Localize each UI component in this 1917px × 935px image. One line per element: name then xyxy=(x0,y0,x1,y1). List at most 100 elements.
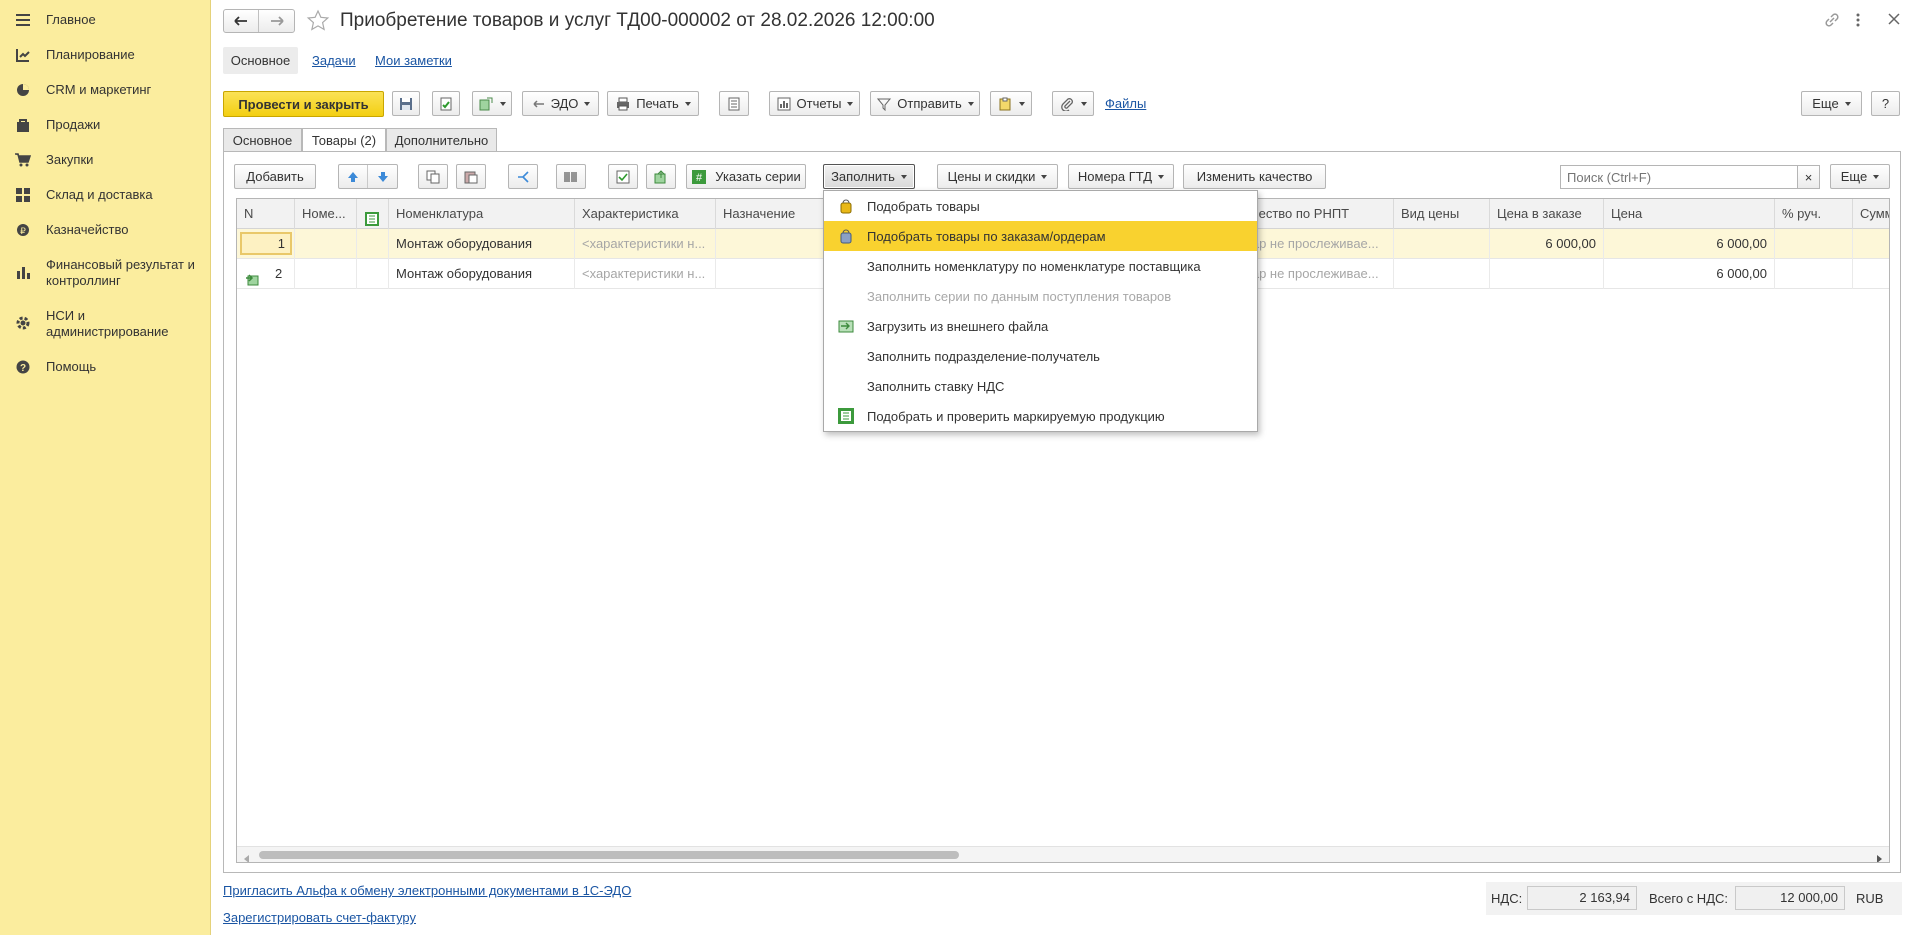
tab-extra[interactable]: Дополнительно xyxy=(386,128,497,152)
scroll-left-icon[interactable] xyxy=(244,851,250,862)
split-button[interactable] xyxy=(508,164,538,189)
clear-search-button[interactable]: × xyxy=(1797,165,1820,189)
cell-nome[interactable] xyxy=(295,229,357,259)
create-based-on-button[interactable] xyxy=(472,91,512,116)
edo-button[interactable]: ЭДО xyxy=(522,91,599,116)
nav-notes[interactable]: Мои заметки xyxy=(375,53,452,68)
send-button[interactable]: Отправить xyxy=(870,91,980,116)
forward-arrow-icon[interactable] xyxy=(259,10,294,32)
nav-tasks[interactable]: Задачи xyxy=(312,53,356,68)
cell-characteristic[interactable]: <характеристики н... xyxy=(575,259,716,289)
cell-sum[interactable] xyxy=(1853,259,1889,289)
back-arrow-icon[interactable] xyxy=(224,10,259,32)
col-rnpt[interactable]: ...чество по РНПТ xyxy=(1241,199,1394,229)
cell-nomenclature[interactable]: Монтаж оборудования xyxy=(389,259,575,289)
add-button[interactable]: Добавить xyxy=(234,164,316,189)
reports-button[interactable]: Отчеты xyxy=(769,91,860,116)
sidebar-item-planning[interactable]: Планирование xyxy=(0,47,211,64)
col-order-price[interactable]: Цена в заказе xyxy=(1490,199,1604,229)
print-button[interactable]: Печать xyxy=(607,91,699,116)
attach-button[interactable] xyxy=(1052,91,1094,116)
paste-button[interactable] xyxy=(456,164,486,189)
horizontal-scrollbar[interactable] xyxy=(237,846,1889,862)
cell-nome[interactable] xyxy=(295,259,357,289)
scrollbar-thumb[interactable] xyxy=(259,851,959,859)
cell-n[interactable]: 1 xyxy=(237,229,295,259)
sidebar-item-crm[interactable]: CRM и маркетинг xyxy=(0,82,211,99)
register-invoice-link[interactable]: Зарегистрировать счет-фактуру xyxy=(223,910,416,925)
cell-price-type[interactable] xyxy=(1394,259,1490,289)
specify-series-button[interactable]: # Указать серии xyxy=(686,164,806,189)
sidebar-item-admin[interactable]: НСИ и администрирование xyxy=(0,308,211,340)
move-down-icon[interactable] xyxy=(368,165,397,188)
clipboard-button[interactable] xyxy=(990,91,1032,116)
menu-item-fill-department[interactable]: Заполнить подразделение-получатель xyxy=(824,341,1257,371)
cell-marking[interactable] xyxy=(357,259,389,289)
sidebar-item-finance[interactable]: Финансовый результат и контроллинг xyxy=(0,257,211,289)
move-up-icon[interactable] xyxy=(339,165,369,188)
more-button[interactable]: Еще xyxy=(1801,91,1862,116)
sidebar-item-sales[interactable]: Продажи xyxy=(0,117,211,134)
cell-sum[interactable] xyxy=(1853,229,1889,259)
menu-item-load-file[interactable]: Загрузить из внешнего файла xyxy=(824,311,1257,341)
menu-item-fill-nomenclature[interactable]: Заполнить номенклатуру по номенклатуре п… xyxy=(824,251,1257,281)
more-vertical-icon[interactable] xyxy=(1855,12,1861,31)
gtd-numbers-button[interactable]: Номера ГТД xyxy=(1068,164,1174,189)
cell-manual-pct[interactable] xyxy=(1775,259,1853,289)
cell-price[interactable]: 6 000,00 xyxy=(1604,259,1775,289)
col-price[interactable]: Цена xyxy=(1604,199,1775,229)
sidebar-item-treasury[interactable]: ₽ Казначейство xyxy=(0,222,211,239)
barcode-button[interactable] xyxy=(556,164,586,189)
copy-button[interactable] xyxy=(418,164,448,189)
save-button[interactable] xyxy=(392,91,420,116)
col-manual-pct[interactable]: % руч. xyxy=(1775,199,1853,229)
invite-edo-link[interactable]: Пригласить Альфа к обмену электронными д… xyxy=(223,883,631,898)
sidebar-item-purchases[interactable]: Закупки xyxy=(0,152,211,169)
col-nome[interactable]: Номе... xyxy=(295,199,357,229)
link-icon[interactable] xyxy=(1824,12,1840,31)
files-link[interactable]: Файлы xyxy=(1105,96,1146,111)
help-button[interactable]: ? xyxy=(1871,91,1900,116)
search-input[interactable] xyxy=(1560,165,1798,189)
nav-main[interactable]: Основное xyxy=(223,47,298,74)
cell-characteristic[interactable]: <характеристики н... xyxy=(575,229,716,259)
cell-marking[interactable] xyxy=(357,229,389,259)
cell-nomenclature[interactable]: Монтаж оборудования xyxy=(389,229,575,259)
cell-rnpt[interactable]: ...ар не прослеживае... xyxy=(1241,259,1394,289)
cell-manual-pct[interactable] xyxy=(1775,229,1853,259)
cell-n[interactable]: 2 xyxy=(237,259,295,289)
col-n[interactable]: N xyxy=(237,199,295,229)
tab-main[interactable]: Основное xyxy=(223,128,302,152)
cell-rnpt[interactable]: ...ар не прослеживае... xyxy=(1241,229,1394,259)
sidebar-item-help[interactable]: ? Помощь xyxy=(0,359,211,376)
post-button[interactable] xyxy=(432,91,460,116)
col-price-type[interactable]: Вид цены xyxy=(1394,199,1490,229)
cell-price[interactable]: 6 000,00 xyxy=(1604,229,1775,259)
fill-button[interactable]: Заполнить xyxy=(823,164,915,189)
tab-goods[interactable]: Товары (2) xyxy=(302,128,386,152)
cell-price-type[interactable] xyxy=(1394,229,1490,259)
check-button[interactable] xyxy=(608,164,638,189)
menu-item-fill-vat[interactable]: Заполнить ставку НДС xyxy=(824,371,1257,401)
load-button[interactable] xyxy=(646,164,676,189)
sidebar-item-warehouse[interactable]: Склад и доставка xyxy=(0,187,211,204)
close-icon[interactable] xyxy=(1887,12,1901,29)
menu-item-pick-goods[interactable]: Подобрать товары xyxy=(824,191,1257,221)
menu-item-pick-orders[interactable]: Подобрать товары по заказам/ордерам xyxy=(824,221,1257,251)
structure-button[interactable] xyxy=(719,91,749,116)
sidebar-item-main[interactable]: Главное xyxy=(0,12,211,29)
col-marking[interactable] xyxy=(357,199,389,229)
menu-item-marking[interactable]: Подобрать и проверить маркируемую продук… xyxy=(824,401,1257,431)
prices-discounts-button[interactable]: Цены и скидки xyxy=(937,164,1058,189)
favorite-star-icon[interactable] xyxy=(306,9,330,36)
cell-order-price[interactable] xyxy=(1490,259,1604,289)
col-nomenclature[interactable]: Номенклатура xyxy=(389,199,575,229)
sidebar-item-label: Продажи xyxy=(46,117,101,132)
post-and-close-button[interactable]: Провести и закрыть xyxy=(223,91,384,117)
change-quality-button[interactable]: Изменить качество xyxy=(1183,164,1326,189)
scroll-right-icon[interactable] xyxy=(1876,851,1882,862)
col-sum[interactable]: Сумм xyxy=(1853,199,1889,229)
goods-more-button[interactable]: Еще xyxy=(1830,164,1890,189)
cell-order-price[interactable]: 6 000,00 xyxy=(1490,229,1604,259)
col-characteristic[interactable]: Характеристика xyxy=(575,199,716,229)
